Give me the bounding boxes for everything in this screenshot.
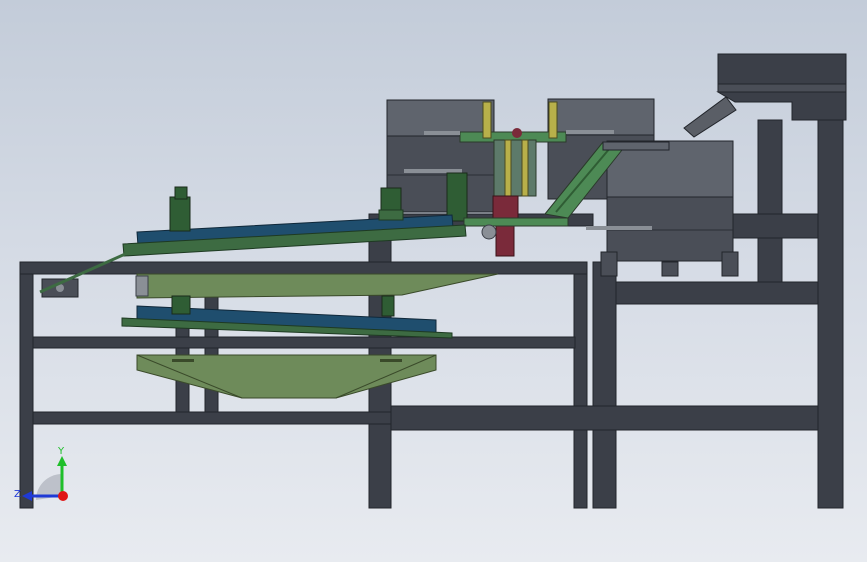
gripper-arm (521, 139, 529, 197)
gripper-arm (482, 101, 492, 139)
gripper-arm (504, 139, 512, 197)
vibratory-bowl-right (600, 140, 739, 277)
hopper-slot (380, 359, 402, 362)
cylinder-rod (566, 130, 614, 134)
linkage-joint (512, 128, 522, 138)
lower-conveyor (121, 295, 453, 339)
cad-viewport[interactable]: Y Z (0, 0, 867, 562)
left-frame-post (19, 261, 34, 509)
actuator-block (495, 221, 515, 257)
track-mount-plate (602, 141, 670, 151)
head-slide-plate (463, 217, 569, 227)
left-frame-mid-beam (32, 336, 576, 349)
conveyor-motor-cap (174, 186, 188, 200)
gripper-arm (548, 101, 558, 139)
right-frame-post (817, 119, 844, 509)
hopper-discharge-chute (683, 96, 737, 138)
conveyor-motor (171, 295, 191, 315)
support-block (378, 209, 404, 221)
right-frame-low-beam (390, 405, 819, 431)
triad-y-arrow (57, 456, 67, 466)
right-frame-post (592, 261, 617, 509)
hopper-slot (172, 359, 194, 362)
bowl-foot (721, 251, 739, 277)
triad-y-label: Y (57, 446, 65, 457)
bowl-foot (661, 261, 679, 277)
right-frame-beam (615, 281, 819, 305)
conveyor-motor (381, 295, 395, 317)
cylinder-rod (586, 226, 652, 230)
right-frame-post (757, 119, 783, 283)
left-frame-post (573, 261, 588, 509)
hopper-chute (716, 91, 847, 121)
hopper-box (717, 53, 847, 87)
actuator-block (492, 195, 519, 221)
roller-wheel (481, 224, 497, 240)
cylinder-rod (404, 169, 462, 173)
actuator-block (446, 172, 468, 222)
triad-x-axis (58, 491, 68, 501)
right-frame-beam (729, 213, 819, 239)
conveyor-motor (169, 196, 191, 232)
triad-z-label: Z (14, 489, 21, 500)
cylinder-rod (424, 131, 460, 135)
head-column (493, 139, 537, 197)
vibratory-bowl-left (386, 99, 495, 213)
hopper-lip (717, 83, 847, 93)
bowl-foot (600, 251, 618, 277)
machine-assembly-drawing: Y Z (14, 53, 847, 509)
spring-mount (135, 275, 149, 297)
